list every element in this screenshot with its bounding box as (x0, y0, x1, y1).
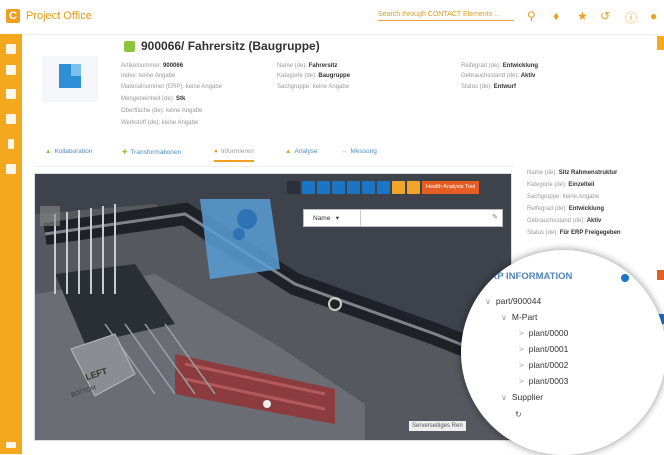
tree-plant-0001[interactable]: > plant/0001 (519, 344, 568, 354)
right-attr-sachgruppe: Sachgruppe: keine Angabe (527, 194, 600, 200)
bell-icon[interactable]: ♦ (553, 9, 559, 23)
tab-transformationen[interactable]: ✚ Transformationen (122, 148, 181, 156)
info-icon: ● (214, 148, 218, 155)
tab-analyse[interactable]: ▲ Analyse (285, 148, 318, 155)
sidebar-item-menu[interactable] (6, 442, 16, 448)
explode-tool-button[interactable] (377, 181, 390, 194)
erp-information-panel: ▾ ERP INFORMATION ∨ part/900044 ∨ M-Part > p… (461, 250, 664, 455)
edit-button[interactable] (657, 36, 664, 50)
tab-kollaboration[interactable]: ▲ Kollaboration (45, 148, 92, 155)
people-icon: ▲ (45, 148, 52, 155)
sidebar-item-documents[interactable] (6, 65, 16, 75)
camera-button[interactable] (392, 181, 405, 194)
erp-title[interactable]: ▾ ERP INFORMATION (475, 271, 572, 282)
right-attr-status: Status (de): Für ERP Freigegeben (527, 230, 621, 236)
filter-field-select[interactable]: Name ▾ (313, 214, 339, 222)
orange-action-button[interactable] (657, 270, 664, 280)
user-icon[interactable]: ● (650, 9, 657, 23)
top-bar: C Project Office Search through CONTACT … (0, 0, 664, 35)
right-attr-reifegrad: Reifegrad (de): Entwicklung (527, 206, 605, 212)
attr-status: Status (de): Entwurf (461, 84, 517, 90)
attr-sachgruppe: Sachgruppe: keine Angabe (277, 84, 350, 90)
ruler-icon: ↔ (341, 148, 348, 155)
attr-oberflaeche: Oberfläche (de): keine Angabe (121, 108, 203, 114)
part-thumbnail (42, 56, 98, 102)
erp-status-icon (621, 274, 629, 282)
viewer-toolbar: Health Analysis Tool (287, 181, 480, 194)
tree-root[interactable]: ∨ part/900044 (485, 296, 541, 306)
tab-informieren[interactable]: ● Informieren (214, 148, 254, 162)
right-attr-gebrauchsstand: Gebrauchsstand (de): Aktiv (527, 218, 602, 224)
history-icon[interactable]: ↺ (600, 9, 610, 23)
tree-supplier[interactable]: ∨ Supplier (501, 392, 543, 402)
info-icon[interactable]: ⓘ (625, 9, 637, 26)
page-title: 900066/ Fahrersitz (Baugruppe) (141, 39, 320, 53)
sidebar-item-analytics[interactable] (8, 139, 14, 149)
tree-plant-0003[interactable]: > plant/0003 (519, 376, 568, 386)
sidebar-item-calendar[interactable] (6, 114, 16, 124)
fit-view-button[interactable] (347, 181, 360, 194)
settings-button[interactable] (407, 181, 420, 194)
transform-icon: ✚ (122, 149, 128, 156)
attr-artikelnummer: Artikelnummer: 900066 (121, 63, 184, 69)
loading-spinner-icon: ↻ (515, 410, 522, 419)
home-view-button[interactable] (332, 181, 345, 194)
tree-mpart[interactable]: ∨ M-Part (501, 312, 537, 322)
tab-messung[interactable]: ↔ Messung (341, 148, 377, 155)
render-mode-label: Serverseitiges Ren (409, 421, 466, 431)
3d-viewer[interactable]: LEFT BOTTOM Health Analysis Tool Name ▾ … (34, 173, 512, 441)
name-filter[interactable]: Name ▾ ✎ (303, 209, 503, 227)
attr-mengeneinheit: Mengeneinheit (de): Stk (121, 96, 186, 102)
attr-index: Index: keine Angabe (121, 73, 176, 79)
app-logo[interactable]: C (6, 9, 20, 23)
star-icon[interactable]: ★ (577, 9, 588, 23)
attr-reifegrad: Reifegrad (de): Entwicklung (461, 63, 539, 69)
attr-name: Name (de): Fahrersitz (277, 63, 338, 69)
select-tool-button[interactable] (287, 181, 300, 194)
health-analysis-tool-button[interactable]: Health Analysis Tool (422, 181, 480, 194)
right-attr-kategorie: Kategorie (de): Einzelteil (527, 182, 595, 188)
right-attr-name: Name (de): Sitz Rahmenstruktur (527, 170, 618, 176)
sidebar-item-dashboard[interactable] (6, 44, 16, 54)
search-input[interactable]: Search through CONTACT Elements ... (378, 11, 514, 21)
rotate-tool-button[interactable] (302, 181, 315, 194)
pencil-icon[interactable]: ✎ (492, 213, 498, 221)
section-tool-button[interactable] (362, 181, 375, 194)
search-icon[interactable]: ⚲ (527, 9, 536, 23)
app-title[interactable]: Project Office (26, 10, 92, 22)
sidebar-item-tasks[interactable] (6, 164, 16, 174)
view-home-icon[interactable] (40, 206, 60, 226)
pan-tool-button[interactable] (317, 181, 330, 194)
attr-materialnummer: Materialnummer (ERP): keine Angabe (121, 84, 223, 90)
collapse-icon[interactable]: ▾ (475, 272, 479, 281)
tree-plant-0000[interactable]: > plant/0000 (519, 328, 568, 338)
tab-bar (34, 146, 514, 167)
attr-kategorie: Kategorie (de): Baugruppe (277, 73, 351, 79)
sidebar (0, 34, 22, 454)
attr-werkstoff: Werkstoff (de): keine Angabe (121, 120, 199, 126)
attr-gebrauchsstand: Gebrauchsstand (de): Aktiv (461, 73, 536, 79)
tree-plant-0002[interactable]: > plant/0002 (519, 360, 568, 370)
warning-icon: ▲ (285, 148, 292, 155)
part-type-icon (124, 41, 135, 52)
sidebar-item-reports[interactable] (6, 89, 16, 99)
